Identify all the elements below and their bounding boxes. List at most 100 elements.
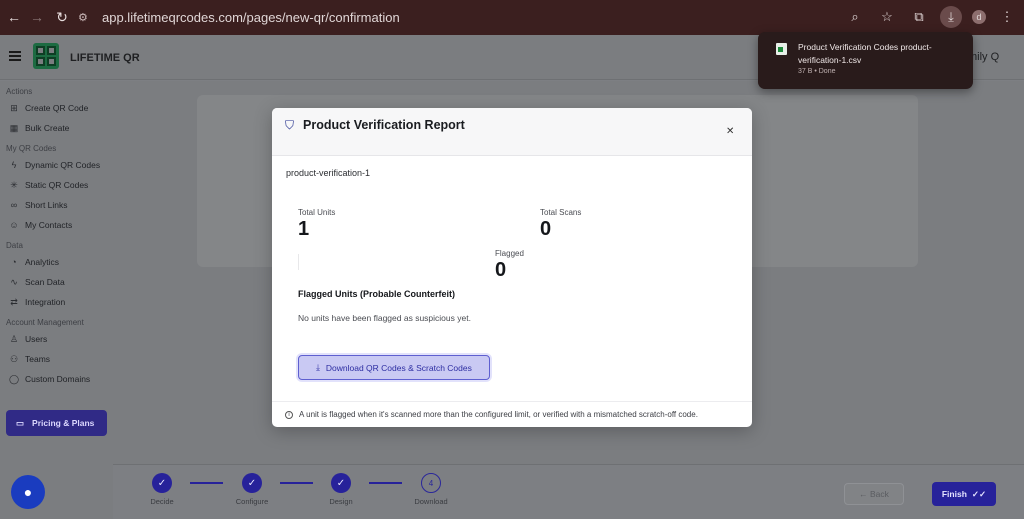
url-text: app.lifetimeqrcodes.com/pages/new-qr/con…	[102, 10, 400, 25]
hamburger-menu-icon[interactable]	[9, 51, 21, 61]
pricing-plans-button[interactable]: ▭ Pricing & Plans	[6, 410, 107, 436]
step-connector	[280, 482, 313, 484]
sidebar-item-label: My Contacts	[25, 220, 73, 230]
step-label: Design	[329, 497, 353, 506]
sidebar-item-custom-domains[interactable]: ◯ Custom Domains	[0, 369, 113, 389]
info-icon: i	[285, 410, 293, 419]
step-connector	[369, 482, 402, 484]
finish-button[interactable]: Finish ✓✓	[932, 482, 996, 506]
divider	[298, 254, 299, 270]
extensions-icon[interactable]: ⧉	[908, 6, 930, 28]
integration-icon: ⇄	[10, 296, 18, 307]
csv-file-icon	[776, 43, 787, 55]
modal-header: ⛉ Product Verification Report ✕	[272, 108, 752, 156]
contacts-icon: ☺	[9, 220, 19, 230]
chat-bubble-icon: ●	[23, 484, 33, 500]
back-arrow-icon[interactable]: ←	[2, 5, 26, 29]
card-icon: ▭	[16, 417, 25, 428]
grid-icon: ▦	[9, 122, 19, 133]
double-check-icon: ✓✓	[971, 488, 987, 499]
site-settings-icon[interactable]: ⚙	[78, 11, 94, 24]
step-label: Decide	[150, 497, 174, 506]
team-icon: ⚇	[9, 353, 19, 364]
link-icon: ∞	[10, 200, 18, 210]
sidebar-item-short-links[interactable]: ∞ Short Links	[0, 195, 113, 215]
plus-square-icon: ⊞	[10, 102, 18, 113]
sidebar-item-label: Teams	[25, 354, 51, 364]
step-download[interactable]: 4 Download	[401, 473, 461, 506]
step-label: Download	[414, 497, 448, 506]
flagged-label: Flagged	[495, 249, 524, 258]
profile-avatar[interactable]: d	[972, 10, 986, 24]
total-units-label: Total Units	[298, 208, 336, 217]
shield-icon: ⛉	[285, 118, 295, 132]
check-icon: ✓	[242, 473, 262, 493]
sidebar-item-analytics[interactable]: ◔ Analytics	[0, 252, 113, 272]
sidebar-item-bulk-create[interactable]: ▦ Bulk Create	[0, 118, 113, 138]
forward-arrow-icon[interactable]: →	[25, 5, 49, 29]
shield-icon: ◯	[9, 373, 20, 384]
total-units-value: 1	[298, 218, 310, 240]
sidebar-section-title: My QR Codes	[6, 144, 57, 153]
address-bar[interactable]: ⚙ app.lifetimeqrcodes.com/pages/new-qr/c…	[78, 5, 908, 30]
flagged-value: 0	[495, 259, 507, 281]
pricing-label: Pricing & Plans	[32, 418, 95, 428]
sidebar-section-title: Data	[6, 241, 23, 250]
download-filename: Product Verification Codes product-verif…	[798, 42, 932, 65]
bookmark-star-icon[interactable]: ☆	[876, 6, 898, 28]
reload-icon[interactable]: ↻	[50, 5, 74, 29]
total-scans-value: 0	[540, 218, 552, 240]
step-number: 4	[421, 473, 441, 493]
download-icon: ⤓	[316, 362, 320, 372]
total-scans-label: Total Scans	[540, 208, 582, 217]
sidebar-item-users[interactable]: ♙ Users	[0, 329, 113, 349]
download-status: 37 B • Done	[798, 68, 836, 75]
back-button[interactable]: ← Back	[844, 483, 904, 505]
chat-support-button[interactable]: ●	[11, 475, 45, 509]
step-configure[interactable]: ✓ Configure	[222, 473, 282, 506]
sidebar-item-create-qr-code[interactable]: ⊞ Create QR Code	[0, 98, 113, 118]
sparkle-icon: ✳	[10, 179, 18, 190]
back-label: Back	[869, 489, 889, 499]
zoom-icon[interactable]: ⌕	[844, 6, 866, 28]
sidebar-item-teams[interactable]: ⚇ Teams	[0, 349, 113, 369]
bolt-icon: ϟ	[11, 160, 17, 170]
pie-chart-icon: ◔	[11, 257, 17, 267]
check-icon: ✓	[331, 473, 351, 493]
step-label: Configure	[235, 497, 269, 506]
sidebar-item-label: Bulk Create	[25, 123, 70, 133]
wizard-footer: ✓ Decide ✓ Configure ✓ Design 4 Download…	[113, 464, 1024, 519]
modal-title: Product Verification Report	[303, 118, 465, 132]
arrow-left-icon: ←	[859, 489, 870, 499]
sidebar-item-integration[interactable]: ⇄ Integration	[0, 292, 113, 312]
sidebar-item-static-qr-codes[interactable]: ✳ Static QR Codes	[0, 175, 113, 195]
sidebar-item-label: Dynamic QR Codes	[25, 160, 101, 170]
sidebar-section-title: Actions	[6, 87, 33, 96]
sidebar-item-label: Create QR Code	[25, 103, 89, 113]
step-design[interactable]: ✓ Design	[311, 473, 371, 506]
sidebar-item-label: Scan Data	[25, 277, 65, 287]
downloads-icon[interactable]: ⤓	[940, 6, 962, 28]
flagged-empty-message: No units have been flagged as suspicious…	[298, 313, 471, 323]
sidebar-item-scan-data[interactable]: ∿ Scan Data	[0, 272, 113, 292]
activity-icon: ∿	[10, 276, 18, 287]
sidebar: Actions ⊞ Create QR Code ▦ Bulk Create My …	[0, 81, 113, 519]
user-icon: ♙	[9, 333, 19, 344]
step-decide[interactable]: ✓ Decide	[132, 473, 192, 506]
sidebar-item-label: Users	[25, 334, 48, 344]
check-icon: ✓	[152, 473, 172, 493]
download-toast[interactable]: Product Verification Codes product-verif…	[758, 32, 973, 89]
browser-toolbar: ← → ↻ ⚙ app.lifetimeqrcodes.com/pages/ne…	[0, 0, 1024, 35]
close-icon[interactable]: ✕	[726, 126, 734, 137]
sidebar-item-dynamic-qr-codes[interactable]: ϟ Dynamic QR Codes	[0, 155, 113, 175]
sidebar-section-title: Account Management	[6, 318, 84, 327]
flagged-units-heading: Flagged Units (Probable Counterfeit)	[298, 289, 456, 299]
sidebar-item-label: Custom Domains	[25, 374, 91, 384]
menu-kebab-icon[interactable]: ⋮	[996, 6, 1018, 28]
sidebar-item-label: Integration	[25, 297, 66, 307]
sidebar-item-my-contacts[interactable]: ☺ My Contacts	[0, 215, 113, 235]
download-codes-button[interactable]: ⤓ Download QR Codes & Scratch Codes	[298, 355, 490, 380]
batch-name: product-verification-1	[286, 168, 371, 178]
brand-name: LIFETIME QR	[70, 52, 140, 64]
sidebar-item-label: Short Links	[25, 200, 68, 210]
